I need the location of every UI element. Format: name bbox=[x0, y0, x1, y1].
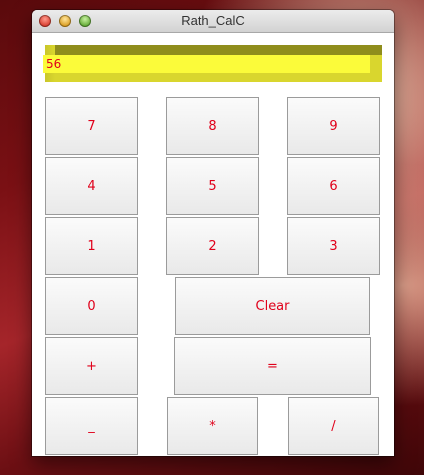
key-8-button[interactable]: 8 bbox=[166, 97, 259, 155]
key-1-button[interactable]: 1 bbox=[45, 217, 138, 275]
key-3-button[interactable]: 3 bbox=[287, 217, 380, 275]
key-0-button[interactable]: 0 bbox=[45, 277, 138, 335]
key-2-button[interactable]: 2 bbox=[166, 217, 259, 275]
key-7-button[interactable]: 7 bbox=[45, 97, 138, 155]
window-title: Rath_CalC bbox=[181, 13, 245, 28]
key-9-button[interactable]: 9 bbox=[287, 97, 380, 155]
divide-button[interactable]: / bbox=[288, 397, 379, 455]
minus-button[interactable]: _ bbox=[45, 397, 138, 455]
clear-button[interactable]: Clear bbox=[175, 277, 370, 335]
key-4-button[interactable]: 4 bbox=[45, 157, 138, 215]
calculator-window: Rath_CalC 7 8 9 4 5 6 1 2 3 0 Clear + = … bbox=[32, 10, 394, 456]
display-field[interactable] bbox=[43, 55, 370, 73]
multiply-button[interactable]: * bbox=[167, 397, 258, 455]
equals-button[interactable]: = bbox=[174, 337, 371, 395]
key-6-button[interactable]: 6 bbox=[287, 157, 380, 215]
title-bar[interactable]: Rath_CalC bbox=[32, 10, 394, 33]
plus-button[interactable]: + bbox=[45, 337, 138, 395]
key-5-button[interactable]: 5 bbox=[166, 157, 259, 215]
